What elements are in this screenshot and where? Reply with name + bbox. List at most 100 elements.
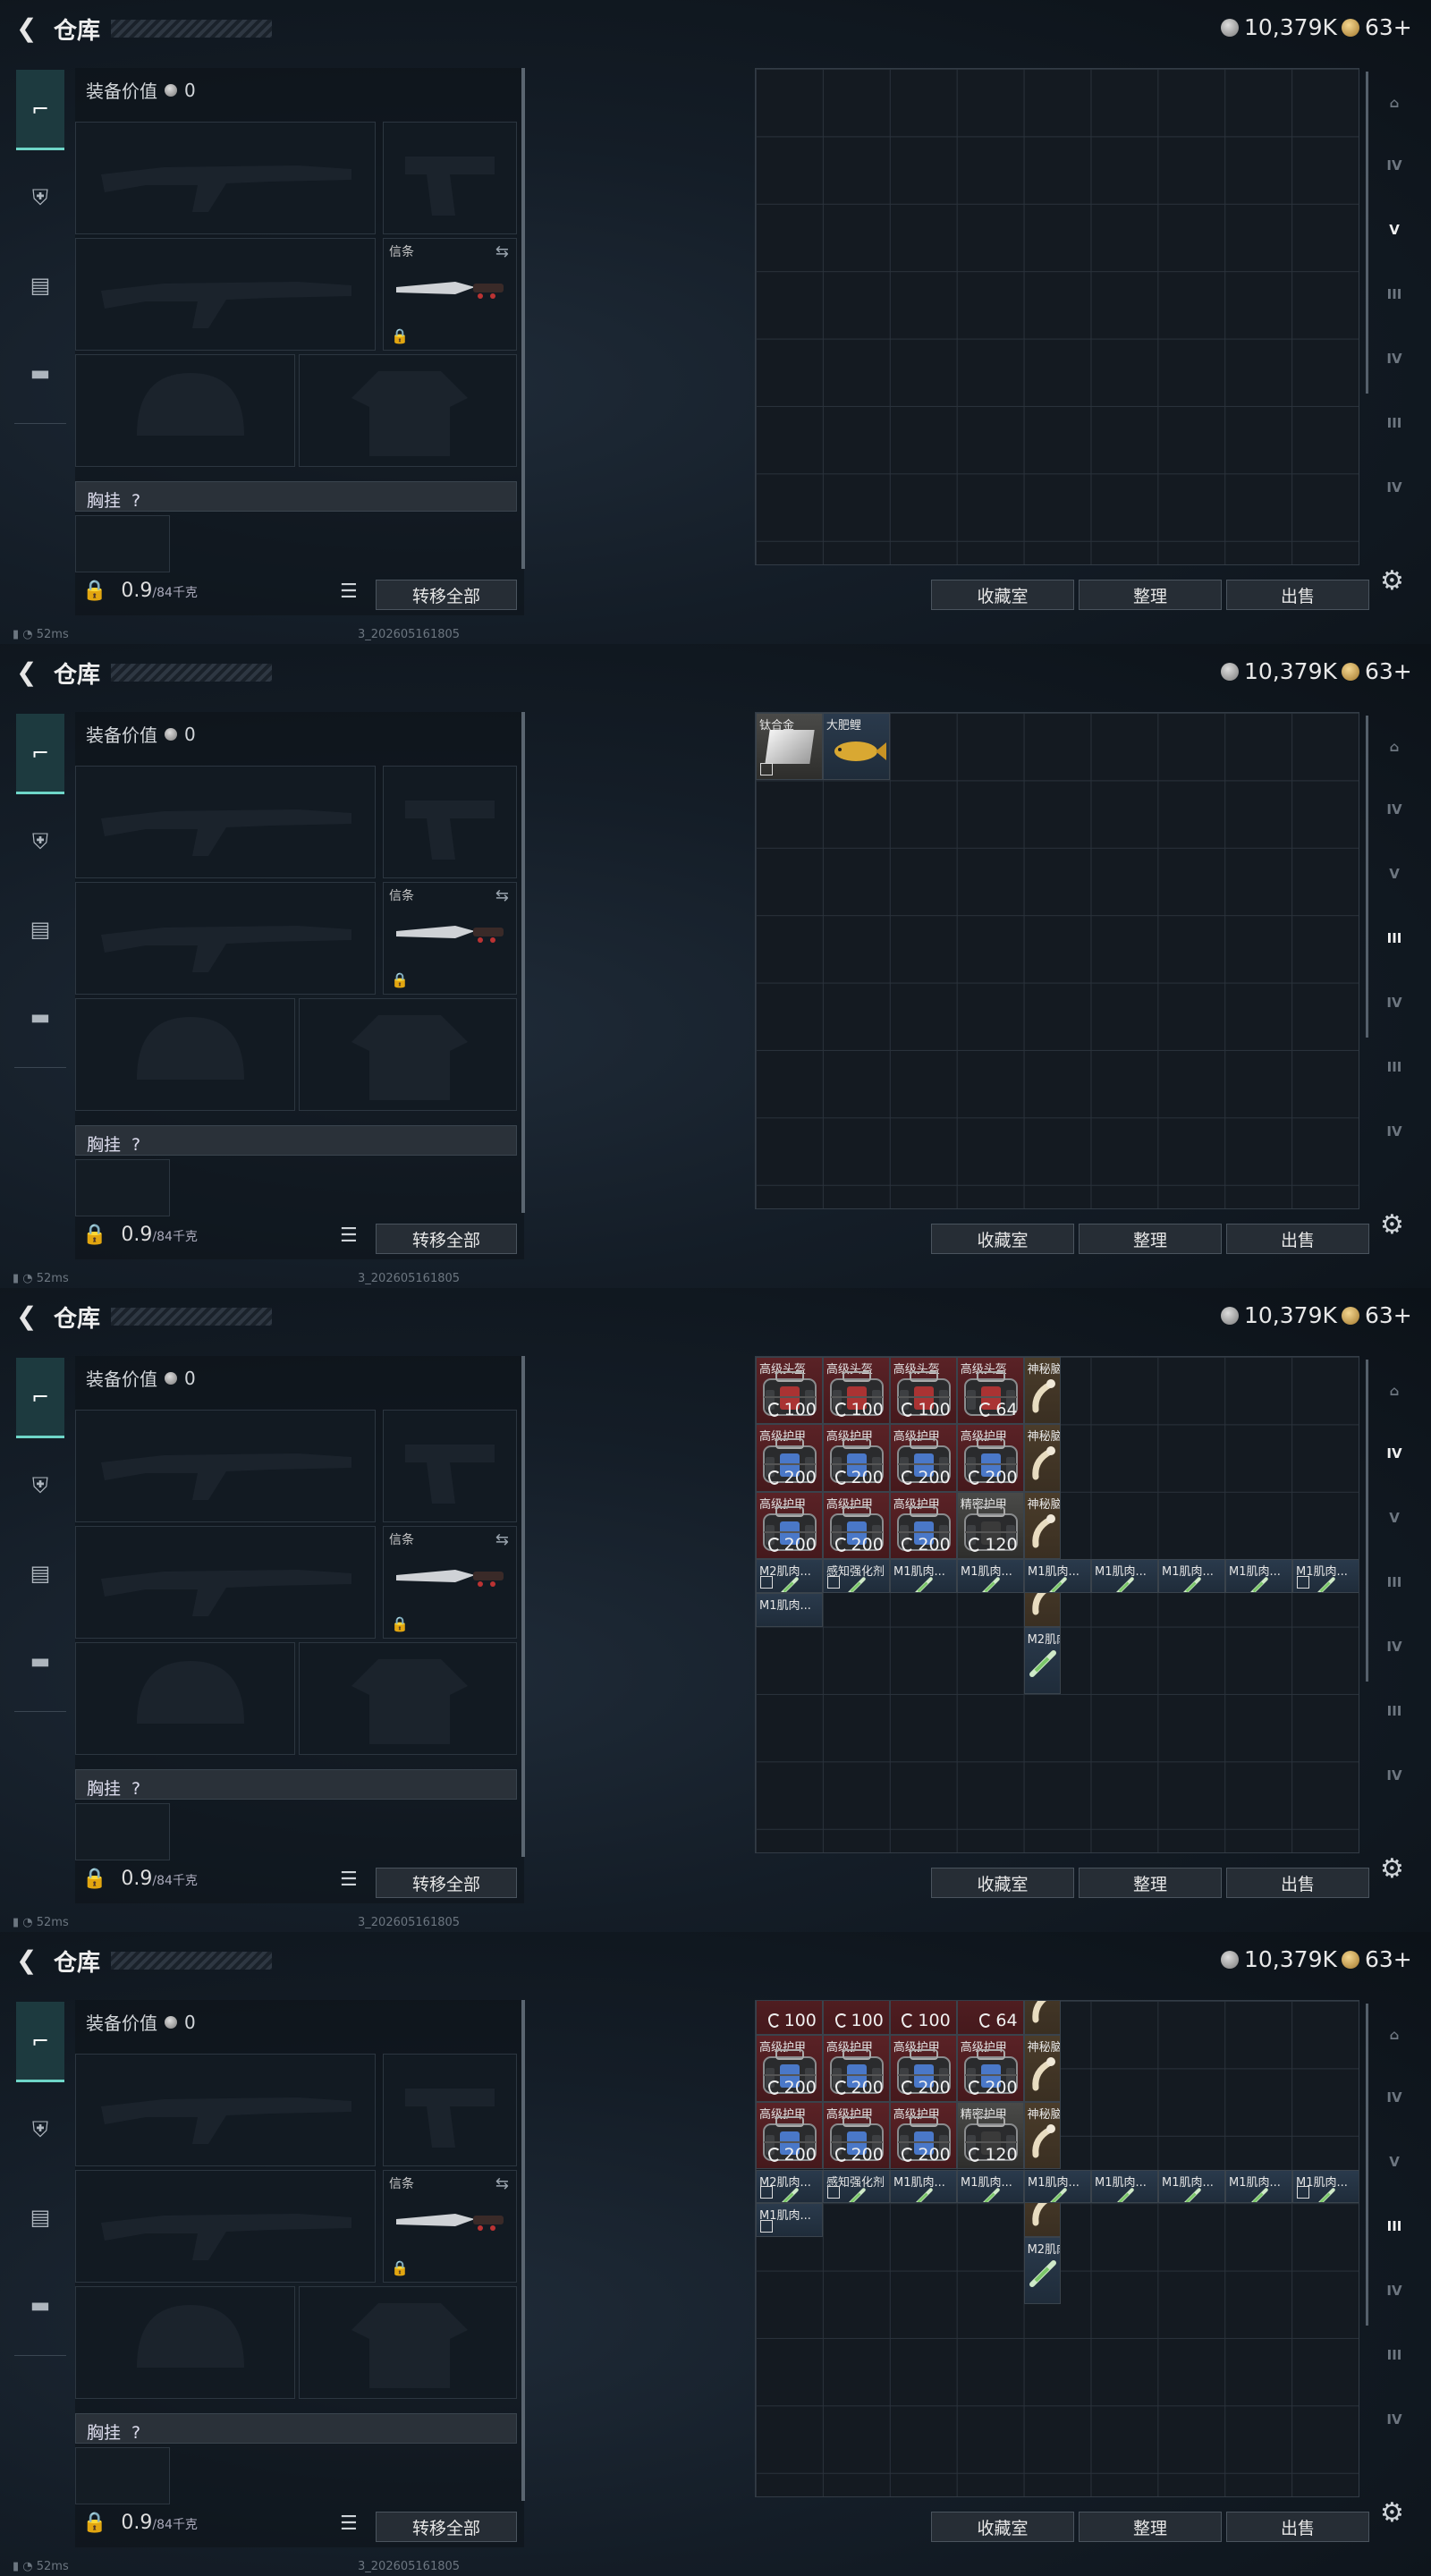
back-icon[interactable]: ❮	[16, 660, 41, 685]
sell-button[interactable]: 出售	[1226, 2512, 1369, 2542]
warehouse-page-tab[interactable]: III	[1368, 1680, 1420, 1742]
back-icon[interactable]: ❮	[16, 16, 41, 41]
back-icon[interactable]: ❮	[16, 1304, 41, 1329]
inventory-item[interactable]: M1肌肉...	[1091, 2169, 1158, 2204]
sort-button[interactable]: 整理	[1079, 1868, 1222, 1898]
warehouse-page-tab[interactable]: V	[1368, 843, 1420, 905]
inventory-item[interactable]: M1肌肉...	[957, 1559, 1024, 1593]
inventory-item[interactable]: 精密护甲 120	[956, 1491, 1024, 1560]
warehouse-home-tab[interactable]: ⌂	[1368, 2004, 1420, 2066]
collection-button[interactable]: 收藏室	[931, 1224, 1074, 1254]
inventory-item[interactable]: 神秘脑机...	[1023, 1424, 1061, 1492]
collection-button[interactable]: 收藏室	[931, 1868, 1074, 1898]
sell-button[interactable]: 出售	[1226, 1868, 1369, 1898]
warehouse-home-tab[interactable]: ⌂	[1368, 1360, 1420, 1422]
collection-button[interactable]: 收藏室	[931, 2512, 1074, 2542]
case-tab[interactable]: ▬	[16, 977, 64, 1057]
warehouse-page-tab[interactable]: IV	[1368, 1744, 1420, 1807]
transfer-all-button[interactable]: 转移全部	[376, 580, 517, 610]
inventory-item[interactable]: 100	[889, 2001, 957, 2035]
backpack-tab[interactable]: ▤	[16, 2177, 64, 2258]
warehouse-page-tab[interactable]: V	[1368, 2131, 1420, 2193]
gold-currency[interactable]: 63+	[1342, 14, 1412, 40]
helmet-slot[interactable]	[75, 1642, 295, 1755]
warehouse-page-tab[interactable]: III	[1368, 2195, 1420, 2258]
list-icon[interactable]: ☰	[340, 581, 361, 603]
swap-icon[interactable]: ⇆	[495, 242, 509, 261]
inventory-item[interactable]: M1肌肉...	[890, 2169, 957, 2204]
transfer-all-button[interactable]: 转移全部	[376, 2512, 517, 2542]
case-tab[interactable]: ▬	[16, 2265, 64, 2345]
settings-icon[interactable]: ⚙	[1380, 1853, 1404, 1885]
settings-icon[interactable]: ⚙	[1380, 565, 1404, 597]
warehouse-page-tab[interactable]: III	[1368, 1036, 1420, 1098]
inventory-item[interactable]: M2肌肉...	[756, 2169, 823, 2204]
inventory-item[interactable]: M1肌肉...	[1158, 2169, 1225, 2204]
vest-tab[interactable]: ⛨	[16, 801, 64, 882]
swap-icon[interactable]: ⇆	[495, 886, 509, 905]
inventory-item[interactable]: 高级护甲 200	[756, 2034, 823, 2103]
armor-slot[interactable]	[299, 354, 517, 467]
gold-currency[interactable]: 63+	[1342, 658, 1412, 684]
warehouse-page-tab[interactable]: III	[1368, 1551, 1420, 1614]
inventory-item[interactable]: M1肌肉...	[890, 1559, 957, 1593]
warehouse-page-tab[interactable]: IV	[1368, 2259, 1420, 2322]
secondary-weapon-slot[interactable]	[75, 882, 376, 995]
settings-icon[interactable]: ⚙	[1380, 2497, 1404, 2529]
warehouse-page-tab[interactable]: III	[1368, 907, 1420, 970]
inventory-item[interactable]: M1肌肉...	[1292, 2169, 1359, 2204]
loadout-scrollbar[interactable]	[521, 68, 525, 569]
chest-rig-slot[interactable]	[75, 515, 170, 572]
gun-tab[interactable]: ⌐	[16, 2002, 64, 2082]
sort-button[interactable]: 整理	[1079, 580, 1222, 610]
loadout-scrollbar[interactable]	[521, 1356, 525, 1857]
inventory-item[interactable]: 钛合金	[756, 713, 823, 781]
inventory-item[interactable]: 高级护甲 200	[889, 1424, 957, 1492]
inventory-item[interactable]: M1肌肉...	[1091, 1559, 1158, 1593]
gold-currency[interactable]: 63+	[1342, 1302, 1412, 1328]
inventory-item[interactable]: 64	[956, 2001, 1024, 2035]
inventory-item[interactable]: M1肌肉...	[756, 2203, 823, 2237]
gun-tab[interactable]: ⌐	[16, 714, 64, 794]
inventory-item[interactable]: 高级头盔 100	[889, 1357, 957, 1425]
helmet-slot[interactable]	[75, 354, 295, 467]
secondary-weapon-slot[interactable]	[75, 238, 376, 351]
warehouse-page-tab[interactable]: IV	[1368, 1100, 1420, 1163]
inventory-item[interactable]: 神秘脑机...	[1023, 2001, 1061, 2035]
gold-currency[interactable]: 63+	[1342, 1946, 1412, 1972]
inventory-item[interactable]: 高级护甲 200	[822, 1424, 890, 1492]
inventory-item[interactable]: 高级护甲 200	[822, 2102, 890, 2170]
loadout-scrollbar[interactable]	[521, 2000, 525, 2501]
inventory-item[interactable]: 感知强化剂	[823, 2169, 890, 2204]
inventory-item[interactable]: 大肥鲤	[822, 713, 890, 781]
inventory-item[interactable]: 高级护甲 200	[822, 2034, 890, 2103]
warehouse-page-tab[interactable]: IV	[1368, 134, 1420, 197]
inventory-item[interactable]: 高级头盔 64	[956, 1357, 1024, 1425]
pistol-slot[interactable]	[383, 766, 517, 878]
storage-grid[interactable]: 高级头盔 100 高级头盔 100 高级头盔 100 高级头盔 64 高级护甲 200 高…	[755, 1356, 1359, 1853]
case-tab[interactable]: ▬	[16, 1621, 64, 1701]
vest-tab[interactable]: ⛨	[16, 157, 64, 238]
warehouse-page-tab[interactable]: IV	[1368, 778, 1420, 841]
inventory-item[interactable]: 100	[822, 2001, 890, 2035]
inventory-item[interactable]: M1肌肉...	[756, 1592, 823, 1627]
inventory-item[interactable]: 高级头盔 100	[756, 1357, 823, 1425]
sell-button[interactable]: 出售	[1226, 580, 1369, 610]
inventory-item[interactable]: 高级护甲 200	[756, 2102, 823, 2170]
vest-tab[interactable]: ⛨	[16, 2089, 64, 2170]
inventory-item[interactable]: 高级护甲 200	[956, 1424, 1024, 1492]
secondary-weapon-slot[interactable]	[75, 1526, 376, 1639]
inventory-item[interactable]: M1肌肉...	[1158, 1559, 1225, 1593]
armor-slot[interactable]	[299, 2286, 517, 2399]
sort-button[interactable]: 整理	[1079, 2512, 1222, 2542]
chest-rig-slot[interactable]	[75, 1803, 170, 1860]
back-icon[interactable]: ❮	[16, 1948, 41, 1973]
inventory-item[interactable]: M1肌肉...	[957, 2169, 1024, 2204]
inventory-item[interactable]: 神秘脑机...	[1023, 1491, 1061, 1560]
gun-tab[interactable]: ⌐	[16, 70, 64, 150]
inventory-item[interactable]: 高级护甲 200	[889, 2102, 957, 2170]
inventory-item[interactable]: 高级护甲 200	[756, 1424, 823, 1492]
inventory-item[interactable]: M2肌肉...	[1023, 1626, 1061, 1694]
storage-grid[interactable]: 钛合金 大肥鲤	[755, 712, 1359, 1209]
inventory-item[interactable]: 神秘脑机...	[1023, 1357, 1061, 1425]
